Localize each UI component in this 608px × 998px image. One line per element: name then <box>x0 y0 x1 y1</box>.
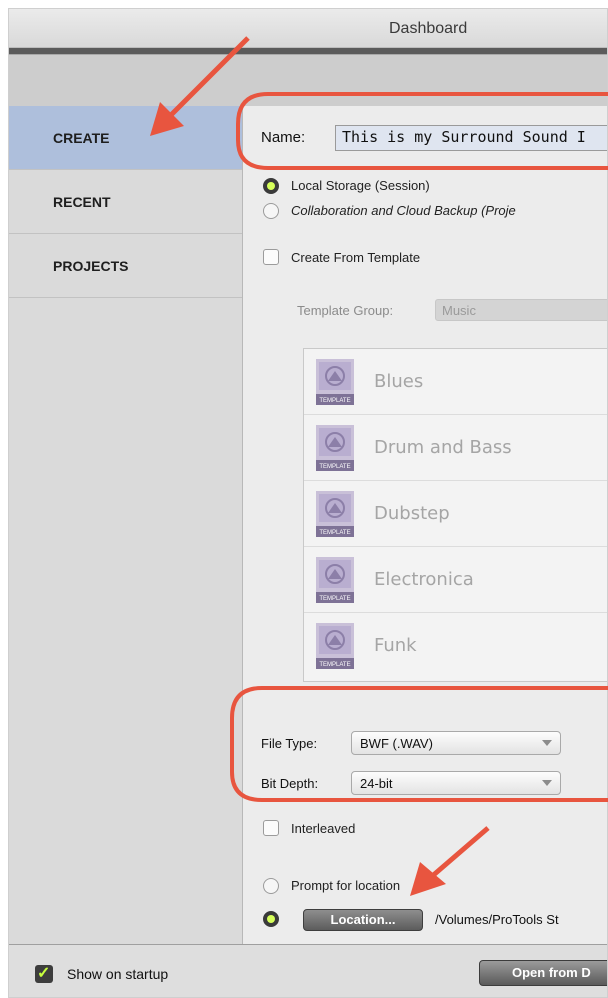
name-row: Name: This is my Surround Sound I <box>243 118 607 158</box>
header-band <box>9 54 607 107</box>
local-storage-label: Local Storage (Session) <box>291 178 430 193</box>
template-icon: TEMPLATE <box>316 557 354 603</box>
title-bar: Dashboard <box>9 9 607 48</box>
prompt-location-label: Prompt for location <box>291 878 401 893</box>
footer: Show on startup Open from D <box>9 944 607 997</box>
template-icon-text: TEMPLATE <box>319 464 350 470</box>
create-from-template-checkbox[interactable] <box>263 249 279 265</box>
template-name: Drum and Bass <box>374 437 512 458</box>
chevron-down-icon <box>542 740 552 746</box>
template-icon-text: TEMPLATE <box>319 662 350 668</box>
interleaved-label: Interleaved <box>291 821 356 836</box>
name-field[interactable]: This is my Surround Sound I <box>335 125 607 151</box>
sidebar-item-recent[interactable]: RECENT <box>9 170 242 234</box>
sidebar-item-projects[interactable]: PROJECTS <box>9 234 242 298</box>
template-icon-text: TEMPLATE <box>319 398 350 404</box>
chevron-down-icon <box>542 780 552 786</box>
create-from-template-label: Create From Template <box>291 250 421 265</box>
template-icon: TEMPLATE <box>316 491 354 537</box>
template-icon: TEMPLATE <box>316 359 354 405</box>
window-title: Dashboard <box>389 20 468 37</box>
show-on-startup-checkbox[interactable] <box>35 963 53 983</box>
file-type-select[interactable]: BWF (.WAV) <box>351 731 561 755</box>
template-icon: TEMPLATE <box>316 425 354 471</box>
location-radio[interactable] <box>263 911 279 927</box>
interleaved-checkbox[interactable] <box>263 820 279 836</box>
template-icon-text: TEMPLATE <box>319 596 350 602</box>
template-icon: TEMPLATE <box>316 623 354 669</box>
template-icon-text: TEMPLATE <box>319 530 350 536</box>
sidebar-item-label: PROJECTS <box>53 258 129 274</box>
template-item-blues[interactable]: TEMPLATE Blues <box>304 349 607 415</box>
template-name: Electronica <box>374 569 474 590</box>
location-path: /Volumes/ProTools St <box>435 912 559 927</box>
template-name: Dubstep <box>374 503 450 524</box>
template-group-label: Template Group: <box>297 303 394 318</box>
template-item-funk[interactable]: TEMPLATE Funk <box>304 613 607 679</box>
sidebar: CREATE RECENT PROJECTS <box>9 106 243 944</box>
template-item-drum-and-bass[interactable]: TEMPLATE Drum and Bass <box>304 415 607 481</box>
location-button[interactable]: Location... <box>303 909 423 931</box>
template-item-electronica[interactable]: TEMPLATE Electronica <box>304 547 607 613</box>
template-group-select[interactable]: Music <box>435 299 607 321</box>
create-panel: Name: This is my Surround Sound I Local … <box>243 106 607 944</box>
sidebar-item-label: RECENT <box>53 194 111 210</box>
bit-depth-value: 24-bit <box>360 776 393 791</box>
cloud-backup-radio[interactable] <box>263 203 279 219</box>
sidebar-item-create[interactable]: CREATE <box>9 106 242 170</box>
show-on-startup-label: Show on startup <box>67 966 169 982</box>
prompt-location-radio[interactable] <box>263 878 279 894</box>
template-name: Funk <box>374 635 417 656</box>
bit-depth-label: Bit Depth: <box>261 776 319 791</box>
name-label: Name: <box>261 129 306 146</box>
cloud-backup-label: Collaboration and Cloud Backup (Proje <box>291 203 516 218</box>
file-type-value: BWF (.WAV) <box>360 736 433 751</box>
sidebar-item-label: CREATE <box>53 130 110 146</box>
open-from-disk-button[interactable]: Open from D <box>479 960 607 986</box>
file-type-label: File Type: <box>261 736 318 751</box>
local-storage-radio[interactable] <box>263 178 279 194</box>
bit-depth-select[interactable]: 24-bit <box>351 771 561 795</box>
template-item-dubstep[interactable]: TEMPLATE Dubstep <box>304 481 607 547</box>
dashboard-window: Dashboard CREATE RECENT PROJECTS Name: T… <box>8 8 608 998</box>
template-list: TEMPLATE Blues TEMPLATE Drum and Bass TE… <box>303 348 607 682</box>
template-name: Blues <box>374 371 424 392</box>
